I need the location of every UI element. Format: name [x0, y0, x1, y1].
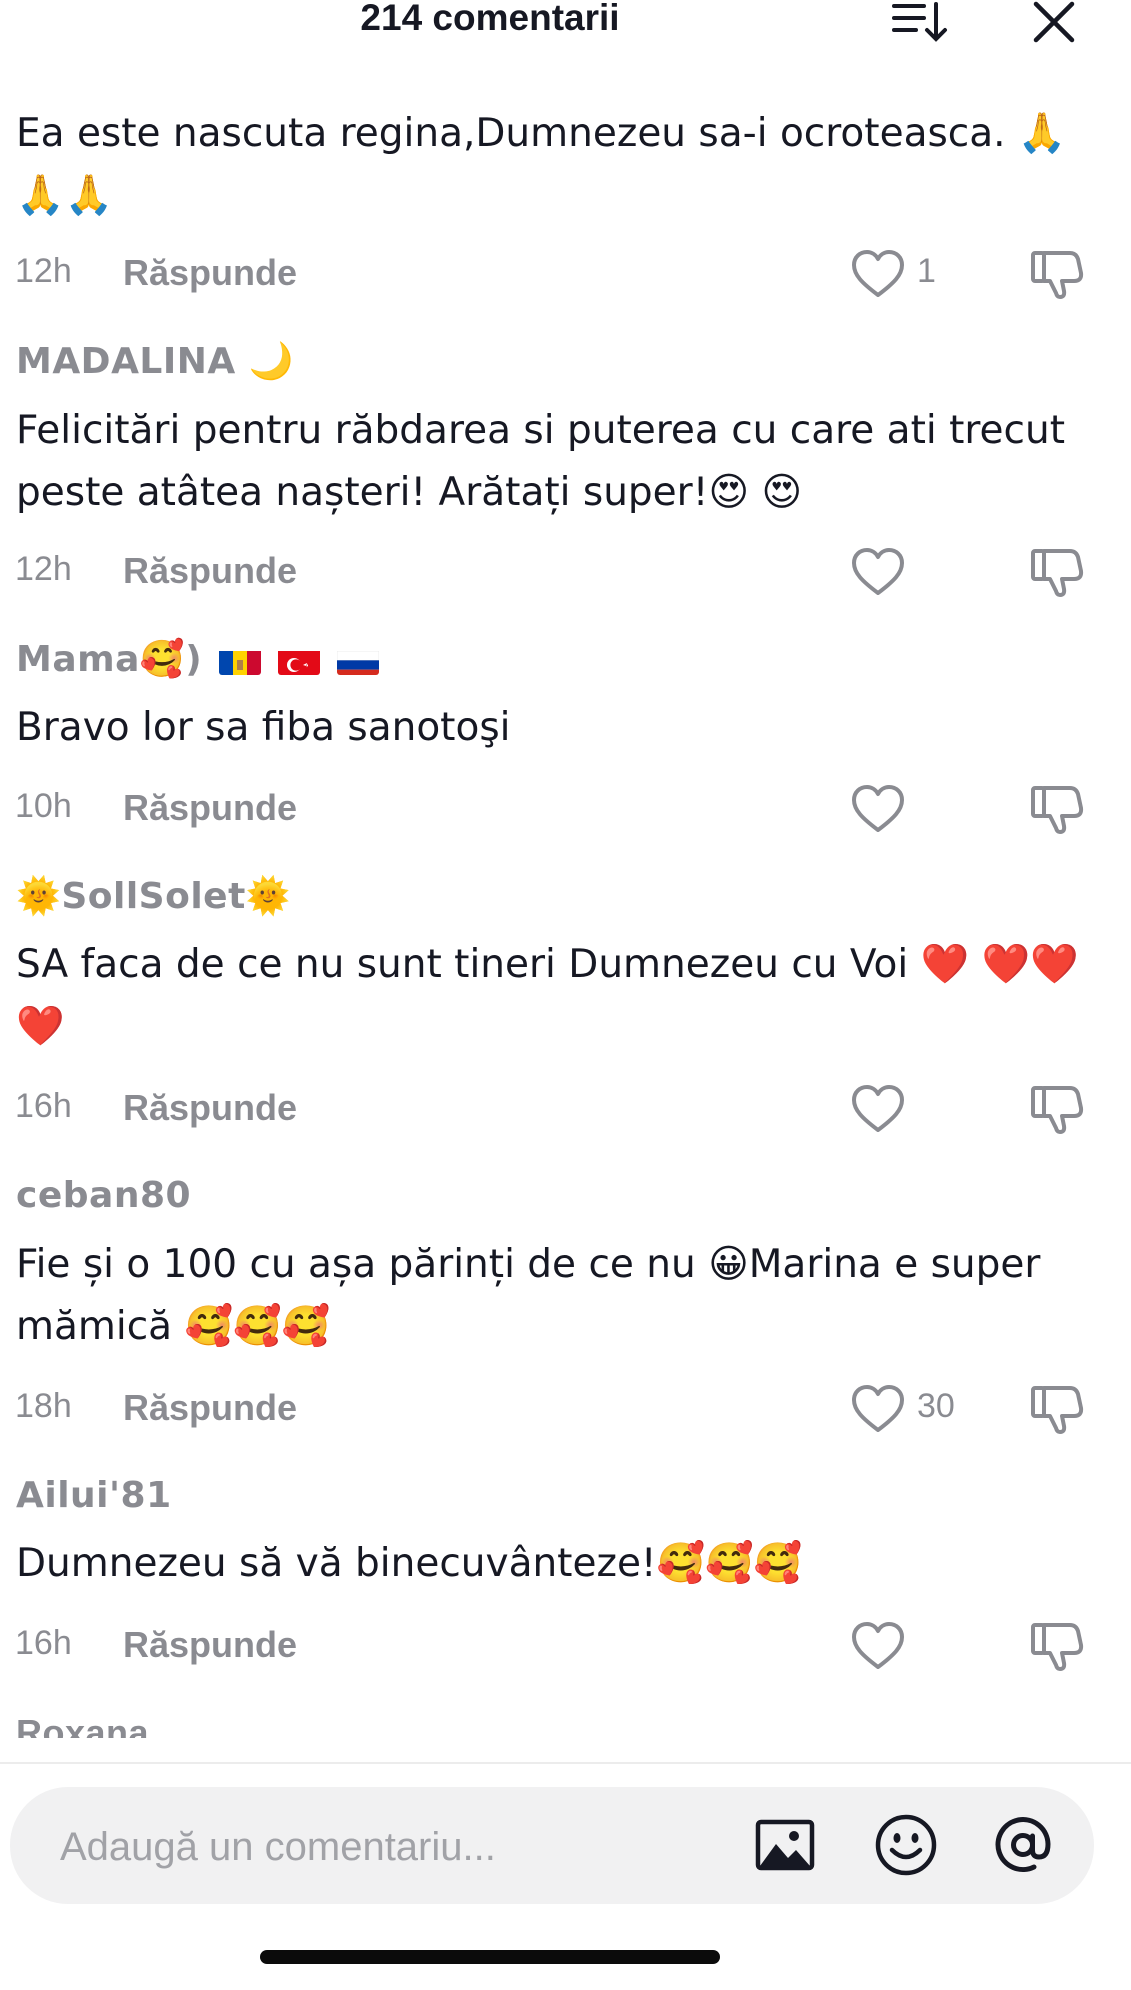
reply-button[interactable]: Răspunde — [123, 787, 297, 829]
comment-text: Bravo lor sa fiba sanotoşi — [16, 705, 511, 750]
comment-meta: 10h Răspunde — [0, 785, 1131, 837]
turkey-flag-icon — [278, 647, 321, 675]
heart-icon[interactable] — [850, 1382, 906, 1436]
thumbs-down-icon[interactable] — [1030, 1382, 1084, 1436]
heart-icon[interactable] — [850, 247, 906, 301]
reply-button[interactable]: Răspunde — [123, 252, 297, 294]
comment-text: Ea este nascuta regina,Dumnezeu sa-i ocr… — [16, 111, 1067, 218]
reply-button[interactable]: Răspunde — [123, 1624, 297, 1666]
comment-username[interactable]: ceban80 — [16, 1175, 191, 1216]
comment-time: 10h — [15, 787, 72, 825]
heart-icon[interactable] — [850, 782, 906, 836]
comment-text: SA faca de ce nu sunt tineri Dumnezeu cu… — [16, 942, 1079, 1049]
comment-text: Fie și o 100 cu așa părinți de ce nu 😀Ma… — [16, 1242, 1053, 1349]
like-count: 30 — [917, 1387, 955, 1425]
comment-username[interactable]: 🌞SollSolet🌞 — [16, 875, 291, 917]
home-indicator — [260, 1950, 720, 1964]
heart-icon[interactable] — [850, 1619, 906, 1673]
comment-input-placeholder[interactable]: Adaugă un comentariu... — [60, 1825, 496, 1870]
thumbs-down-icon[interactable] — [1030, 1082, 1084, 1136]
comment-input-bar[interactable]: Adaugă un comentariu... — [10, 1787, 1094, 1904]
heart-icon[interactable] — [850, 1082, 906, 1136]
image-icon[interactable] — [752, 1812, 818, 1878]
thumbs-down-icon[interactable] — [1030, 1619, 1084, 1673]
reply-button[interactable]: Răspunde — [123, 1087, 297, 1129]
comment-meta: 16h Răspunde — [0, 1085, 1131, 1137]
comment-time: 18h — [15, 1387, 72, 1425]
comment-meta: 12h Răspunde 1 — [0, 250, 1131, 302]
comment-username-text: Mama🥰) — [16, 639, 203, 680]
comment-time: 12h — [15, 252, 72, 290]
mention-icon[interactable] — [990, 1812, 1056, 1878]
comment-meta: 18h Răspunde 30 — [0, 1385, 1131, 1437]
comment-time: 16h — [15, 1624, 72, 1662]
thumbs-down-icon[interactable] — [1030, 545, 1084, 599]
comment-meta: 12h Răspunde — [0, 548, 1131, 600]
comment-username[interactable]: MADALINA 🌙 — [16, 340, 294, 382]
heart-icon[interactable] — [850, 545, 906, 599]
reply-button[interactable]: Răspunde — [123, 1387, 297, 1429]
emoji-icon[interactable] — [873, 1812, 939, 1878]
comment-time: 12h — [15, 550, 72, 588]
russia-flag-icon — [337, 647, 380, 675]
moldova-flag-icon — [219, 647, 262, 675]
comment-username[interactable]: Mama🥰) — [16, 638, 380, 680]
comment-time: 16h — [15, 1087, 72, 1125]
composer-divider — [0, 1762, 1131, 1764]
comment-text: Felicitări pentru răbdarea si puterea cu… — [16, 408, 1078, 515]
comment-username[interactable]: Roxana — [16, 1712, 149, 1738]
comment-text: Dumnezeu să vă binecuvânteze!🥰🥰🥰 — [16, 1541, 803, 1586]
comments-list[interactable]: Ea este nascuta regina,Dumnezeu sa-i ocr… — [0, 0, 1131, 1738]
like-count: 1 — [917, 252, 936, 290]
comment-meta: 16h Răspunde — [0, 1622, 1131, 1674]
reply-button[interactable]: Răspunde — [123, 550, 297, 592]
thumbs-down-icon[interactable] — [1030, 782, 1084, 836]
thumbs-down-icon[interactable] — [1030, 247, 1084, 301]
comment-username[interactable]: Ailui'81 — [16, 1475, 172, 1516]
